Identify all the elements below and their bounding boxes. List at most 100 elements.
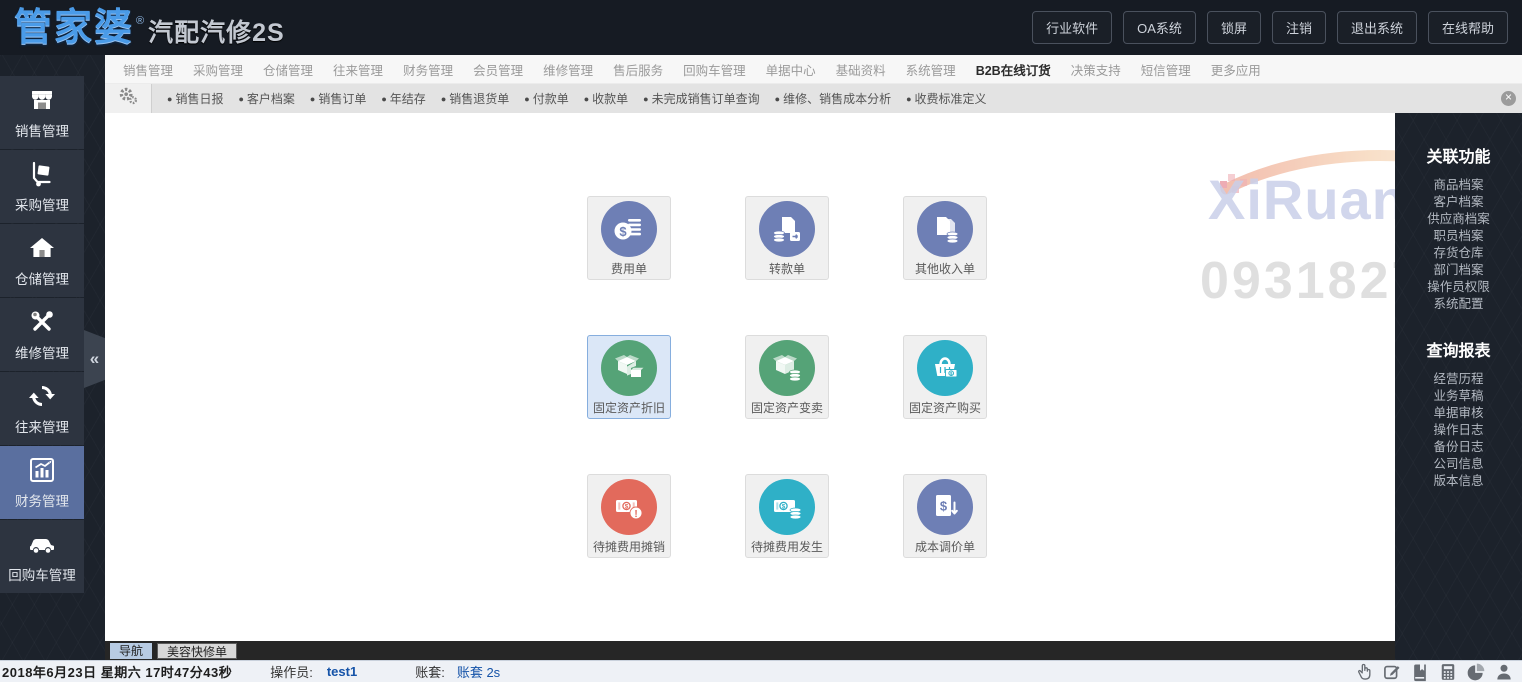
bullet-icon: ● bbox=[906, 94, 912, 104]
function-tile[interactable]: 转款单 bbox=[745, 196, 829, 280]
shortcut-item-label: 收款单 bbox=[592, 92, 629, 106]
menu-item[interactable]: 更多应用 bbox=[1201, 60, 1271, 79]
shortcut-close-button[interactable]: × bbox=[1501, 91, 1516, 106]
bullet-icon: ● bbox=[524, 94, 530, 104]
right-panel-link[interactable]: 版本信息 bbox=[1395, 473, 1522, 490]
sidebar-module-list: 销售管理采购管理仓储管理维修管理 往来管理财务管理回购车管理 bbox=[0, 76, 84, 593]
function-tile[interactable]: $ 成本调价单 bbox=[903, 474, 987, 558]
menu-item[interactable]: 维修管理 bbox=[533, 60, 603, 79]
store-icon bbox=[27, 85, 57, 115]
right-panel-link[interactable]: 系统配置 bbox=[1395, 296, 1522, 313]
book-icon[interactable] bbox=[1410, 662, 1430, 682]
header-button-退出系统[interactable]: 退出系统 bbox=[1336, 11, 1417, 44]
right-panel-section-title: 查询报表 bbox=[1426, 343, 1491, 360]
pie-chart-icon[interactable] bbox=[1466, 662, 1486, 682]
top-menu-bar: 销售管理 采购管理 仓储管理 往来管理 财务管理 会员管理 维修管理 售后服务 回购车管理 单据中… bbox=[105, 55, 1522, 84]
person-icon[interactable] bbox=[1494, 662, 1514, 682]
bullet-icon: ● bbox=[381, 94, 387, 104]
shortcut-item[interactable]: ● 销售日报 bbox=[167, 90, 223, 107]
right-panel-link[interactable]: 职员档案 bbox=[1395, 228, 1522, 245]
right-panel-link[interactable]: 备份日志 bbox=[1395, 439, 1522, 456]
menu-item[interactable]: 往来管理 bbox=[323, 60, 393, 79]
close-icon: × bbox=[1504, 90, 1512, 104]
right-panel-section: 查询报表经营历程 业务草稿 单据审核 操作日志 备份日志 公司信息 版本信息 bbox=[1395, 337, 1522, 490]
menu-item[interactable]: 短信管理 bbox=[1131, 60, 1201, 79]
menu-item[interactable]: 基础资料 bbox=[826, 60, 896, 79]
function-tile[interactable]: $ 费用单 bbox=[587, 196, 671, 280]
header-button-注销[interactable]: 注销 bbox=[1271, 11, 1326, 44]
sidebar-item[interactable]: 维修管理 bbox=[0, 298, 84, 371]
sidebar-item[interactable]: 往来管理 bbox=[0, 372, 84, 445]
menu-item[interactable]: 决策支持 bbox=[1061, 60, 1131, 79]
edit-icon[interactable] bbox=[1382, 662, 1402, 682]
right-panel-link[interactable]: 供应商档案 bbox=[1395, 211, 1522, 228]
function-tile[interactable]: 固定资产变卖 bbox=[745, 335, 829, 419]
function-tile[interactable]: 其他收入单 bbox=[903, 196, 987, 280]
menu-item[interactable]: B2B在线订货 bbox=[966, 60, 1061, 79]
menu-item[interactable]: 财务管理 bbox=[393, 60, 463, 79]
bottom-tab[interactable]: 美容快修单 bbox=[157, 642, 238, 659]
right-panel-link[interactable]: 业务草稿 bbox=[1395, 388, 1522, 405]
calculator-icon[interactable] bbox=[1438, 662, 1458, 682]
sidebar-item[interactable]: 财务管理 bbox=[0, 446, 84, 519]
bullet-icon: ● bbox=[440, 94, 447, 104]
header-button-OA系统[interactable]: OA系统 bbox=[1123, 11, 1196, 44]
menu-item[interactable]: 售后服务 bbox=[603, 60, 673, 79]
shortcut-item[interactable]: ● 未完成销售订单查询 bbox=[643, 90, 759, 107]
right-panel-link[interactable]: 存货仓库 bbox=[1395, 245, 1522, 262]
right-panel-link[interactable]: 操作日志 bbox=[1395, 422, 1522, 439]
sidebar-item-label: 销售管理 bbox=[15, 124, 69, 139]
right-panel-link[interactable]: 操作员权限 bbox=[1395, 279, 1522, 296]
menu-item[interactable]: 回购车管理 bbox=[673, 60, 756, 79]
header-button-行业软件[interactable]: 行业软件 bbox=[1032, 11, 1113, 44]
shortcut-item[interactable]: ● 付款单 bbox=[524, 90, 568, 107]
bottom-tab[interactable]: 导航 bbox=[110, 642, 153, 659]
box-coins-icon bbox=[759, 340, 815, 396]
hand-pointer-icon[interactable] bbox=[1354, 662, 1374, 682]
menu-item[interactable]: 系统管理 bbox=[896, 60, 966, 79]
doc-dollar-icon: $ bbox=[917, 479, 973, 535]
right-panel-link[interactable]: 经营历程 bbox=[1395, 371, 1522, 388]
function-tile[interactable]: $ 固定资产购买 bbox=[903, 335, 987, 419]
right-panel-link[interactable]: 公司信息 bbox=[1395, 456, 1522, 473]
menu-item[interactable]: 销售管理 bbox=[113, 60, 183, 79]
status-datetime: 2018年6月23日 星期六 17时47分43秒 bbox=[2, 665, 233, 680]
sidebar-item[interactable]: 仓储管理 bbox=[0, 224, 84, 297]
right-panel-link[interactable]: 商品档案 bbox=[1395, 177, 1522, 194]
header-button-在线帮助[interactable]: 在线帮助 bbox=[1427, 11, 1508, 44]
shortcut-item[interactable]: ● 年结存 bbox=[381, 90, 425, 107]
right-panel-link[interactable]: 部门档案 bbox=[1395, 262, 1522, 279]
menu-item[interactable]: 会员管理 bbox=[463, 60, 533, 79]
shortcut-item-label: 未完成销售订单查询 bbox=[651, 92, 760, 106]
header-actions: 行业软件 OA系统 锁屏 注销 退出系统 在线帮助 bbox=[1032, 11, 1508, 44]
shortcut-item[interactable]: ● 收费标准定义 bbox=[906, 90, 986, 107]
open-box-icon bbox=[601, 340, 657, 396]
svg-text:$: $ bbox=[619, 224, 627, 239]
shortcut-item[interactable]: ● 客户档案 bbox=[238, 90, 294, 107]
bullet-icon: ● bbox=[167, 94, 173, 104]
menu-item[interactable]: 仓储管理 bbox=[253, 60, 323, 79]
shortcut-settings-button[interactable] bbox=[105, 84, 152, 113]
header-button-锁屏[interactable]: 锁屏 bbox=[1206, 11, 1261, 44]
sidebar-item-label: 财务管理 bbox=[15, 494, 69, 509]
sidebar-item[interactable]: 采购管理 bbox=[0, 150, 84, 223]
function-tile[interactable]: $ 待摊费用发生 bbox=[745, 474, 829, 558]
right-panel-link[interactable]: 客户档案 bbox=[1395, 194, 1522, 211]
operator-value: test1 bbox=[326, 664, 358, 679]
shortcut-item[interactable]: ● 销售订单 bbox=[310, 90, 366, 107]
bullet-icon: ● bbox=[774, 94, 781, 104]
sidebar-item-label: 仓储管理 bbox=[15, 272, 69, 287]
shortcut-item[interactable]: ● 维修、销售成本分析 bbox=[775, 90, 891, 107]
function-tile[interactable]: $! 待摊费用摊销 bbox=[587, 474, 671, 558]
menu-item[interactable]: 单据中心 bbox=[756, 60, 826, 79]
function-tile[interactable]: 固定资产折旧 bbox=[587, 335, 671, 419]
shortcut-item[interactable]: ● 收款单 bbox=[584, 90, 628, 107]
logo-brand-text: 管家婆 bbox=[14, 6, 135, 49]
shortcut-item[interactable]: ● 销售退货单 bbox=[441, 90, 509, 107]
sidebar-collapse-handle[interactable]: « bbox=[84, 330, 105, 388]
menu-item[interactable]: 采购管理 bbox=[183, 60, 253, 79]
sidebar-item[interactable]: 回购车管理 bbox=[0, 520, 84, 593]
right-panel-link[interactable]: 单据审核 bbox=[1395, 405, 1522, 422]
svg-text:$: $ bbox=[940, 499, 948, 514]
sidebar-item[interactable]: 销售管理 bbox=[0, 76, 84, 149]
